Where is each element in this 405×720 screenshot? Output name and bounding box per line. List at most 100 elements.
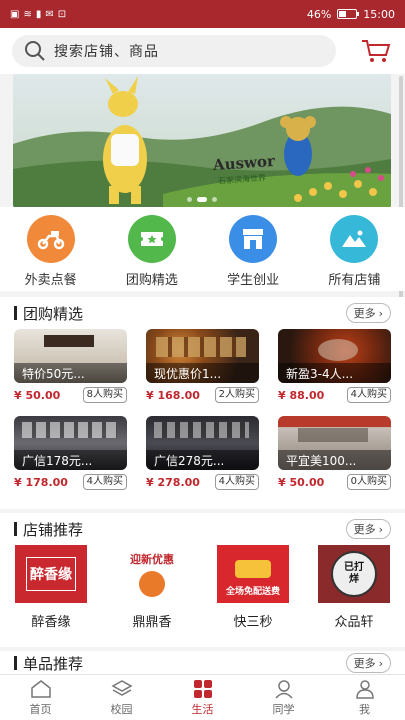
group-buy-card[interactable]: 广信278元... ¥ 278.00 4人购买 xyxy=(146,416,259,491)
product-thumbnail: 新盈3-4人... xyxy=(278,329,391,383)
shop-item[interactable]: 迎新优惠 鼎鼎香 xyxy=(116,545,188,630)
quick-nav-label: 学生创业 xyxy=(227,273,280,288)
bottom-tab-bar: 首页 校园 生活 同学 我 xyxy=(0,674,405,720)
people-icon xyxy=(274,679,293,699)
grid-icon xyxy=(193,679,212,698)
cart-button[interactable] xyxy=(359,35,393,67)
group-buy-more-button[interactable]: 更多 › xyxy=(345,303,391,323)
shop-item[interactable]: 醉香缘 醉香缘 xyxy=(15,545,87,630)
closed-stamp: 已打烊 xyxy=(331,551,377,597)
buyer-count-badge: 2人购买 xyxy=(214,387,259,403)
mountain-icon xyxy=(330,215,379,263)
battery-percent: 46% xyxy=(306,7,332,21)
product-caption: 新盈3-4人... xyxy=(278,363,391,383)
tab-me[interactable]: 我 xyxy=(335,679,395,717)
bowl-icon xyxy=(139,571,165,597)
section-marker xyxy=(14,656,17,670)
group-buy-card[interactable]: 现优惠价1... ¥ 168.00 2人购买 xyxy=(146,329,259,404)
quick-nav-label: 所有店铺 xyxy=(328,273,381,288)
layers-icon xyxy=(110,679,133,696)
scooter-icon xyxy=(26,215,75,263)
message-icon: ✉ xyxy=(45,8,54,20)
product-thumbnail: 特价50元... xyxy=(14,329,127,383)
shop-logo: 醉香缘 xyxy=(15,545,87,603)
section-title: 单品推荐 xyxy=(23,654,84,673)
shop-item[interactable]: 全场免配送费 快三秒 xyxy=(217,545,289,630)
search-placeholder: 搜索店铺、商品 xyxy=(54,44,159,60)
status-icons: ▣ ≋ ▮ ✉ ⊡ xyxy=(10,9,66,20)
shop-logo: 迎新优惠 xyxy=(116,545,188,603)
banner-image xyxy=(13,74,391,207)
product-caption: 广信278元... xyxy=(146,450,259,470)
group-buy-card[interactable]: 特价50元... ¥ 50.00 8人购买 xyxy=(14,329,127,404)
shop-recommend-section: 店铺推荐 更多 › 醉香缘 醉香缘 迎新优惠 鼎鼎香 全场免配送费 快三秒 已打… xyxy=(0,513,405,647)
banner-carousel[interactable]: Auswor 石家滨海世界 xyxy=(13,74,391,207)
shop-logo-mark xyxy=(235,560,271,578)
storefront-icon xyxy=(229,215,278,263)
chevron-right-icon: › xyxy=(378,306,383,320)
shop-item[interactable]: 已打烊 众品轩 xyxy=(318,545,390,630)
signal-icon: ▮ xyxy=(35,8,42,20)
quick-nav-group-buy[interactable]: 团购精选 xyxy=(112,215,192,288)
shop-logo: 全场免配送费 xyxy=(217,545,289,603)
buyer-count-badge: 4人购买 xyxy=(346,387,391,403)
product-thumbnail: 平宜美100... xyxy=(278,416,391,470)
tab-label: 我 xyxy=(359,702,370,716)
person-icon xyxy=(355,679,374,699)
product-price: ¥ 168.00 xyxy=(146,388,200,402)
shop-logo-text: 已打烊 xyxy=(344,562,364,585)
group-buy-card[interactable]: 新盈3-4人... ¥ 88.00 4人购买 xyxy=(278,329,391,404)
group-buy-section: 团购精选 更多 › 特价50元... ¥ 50.00 8人购买 现优惠价1... … xyxy=(0,297,405,509)
buyer-count-badge: 0人购买 xyxy=(346,474,391,490)
product-caption: 特价50元... xyxy=(14,363,127,383)
tab-life[interactable]: 生活 xyxy=(173,679,233,717)
shop-name: 快三秒 xyxy=(233,615,273,630)
quick-nav-all-shops[interactable]: 所有店铺 xyxy=(314,215,394,288)
status-bar: ▣ ≋ ▮ ✉ ⊡ 46% 15:00 xyxy=(0,0,405,28)
product-price: ¥ 50.00 xyxy=(14,388,61,402)
quick-nav-label: 团购精选 xyxy=(125,273,178,288)
battery-icon xyxy=(337,9,360,19)
product-caption: 广信178元... xyxy=(14,450,127,470)
tab-classmates[interactable]: 同学 xyxy=(254,679,314,717)
tab-label: 首页 xyxy=(29,702,52,716)
product-thumbnail: 广信278元... xyxy=(146,416,259,470)
clock: 15:00 xyxy=(363,7,395,21)
more-label: 更多 xyxy=(353,657,376,670)
carousel-dot[interactable] xyxy=(212,197,217,202)
shop-logo-text: 全场免配送费 xyxy=(225,587,280,597)
cart-icon xyxy=(362,40,391,62)
item-recommend-more-button[interactable]: 更多 › xyxy=(345,653,391,673)
search-icon xyxy=(25,41,45,61)
product-price: ¥ 88.00 xyxy=(278,388,325,402)
more-label: 更多 xyxy=(353,523,376,536)
shop-recommend-more-button[interactable]: 更多 › xyxy=(345,519,391,539)
product-caption: 平宜美100... xyxy=(278,450,391,470)
carousel-dot[interactable] xyxy=(197,197,207,202)
section-title: 店铺推荐 xyxy=(23,520,84,539)
shop-name: 鼎鼎香 xyxy=(132,615,172,630)
product-price: ¥ 50.00 xyxy=(278,475,325,489)
quick-nav-takeout[interactable]: 外卖点餐 xyxy=(11,215,91,288)
group-buy-card[interactable]: 广信178元... ¥ 178.00 4人购买 xyxy=(14,416,127,491)
tab-home[interactable]: 首页 xyxy=(11,679,71,717)
wifi-icon: ≋ xyxy=(23,8,32,20)
buyer-count-badge: 4人购买 xyxy=(82,474,127,490)
chevron-right-icon: › xyxy=(378,656,383,670)
group-buy-card[interactable]: 平宜美100... ¥ 50.00 0人购买 xyxy=(278,416,391,491)
shop-name: 醉香缘 xyxy=(31,615,71,630)
top-header: 搜索店铺、商品 xyxy=(0,28,405,74)
quick-nav-student-startup[interactable]: 学生创业 xyxy=(213,215,293,288)
product-thumbnail: 现优惠价1... xyxy=(146,329,259,383)
search-input[interactable]: 搜索店铺、商品 xyxy=(12,35,336,67)
tab-campus[interactable]: 校园 xyxy=(92,679,152,717)
item-recommend-section: 单品推荐 更多 › xyxy=(0,651,405,675)
ticket-icon xyxy=(127,215,176,263)
quick-nav-label: 外卖点餐 xyxy=(24,273,77,288)
shop-name: 众品轩 xyxy=(334,615,374,630)
more-label: 更多 xyxy=(353,307,376,320)
vpn-icon: ⊡ xyxy=(57,8,67,20)
section-marker xyxy=(14,522,17,536)
sim-icon: ▣ xyxy=(10,8,20,20)
carousel-dot[interactable] xyxy=(187,197,192,202)
